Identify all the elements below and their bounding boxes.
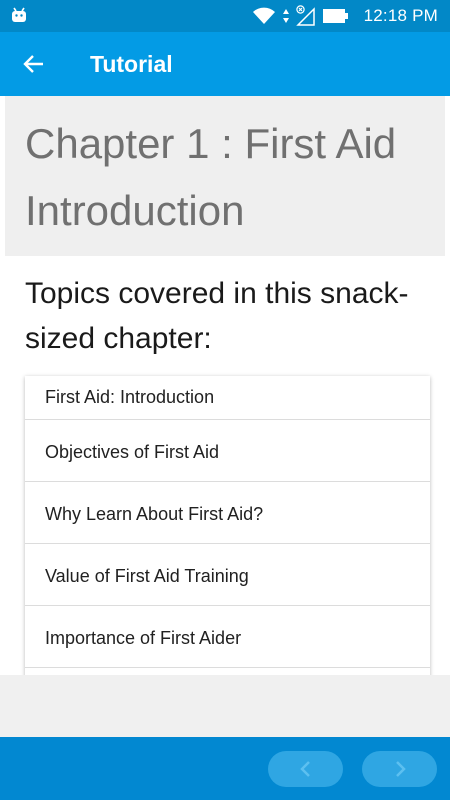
no-signal-icon: [295, 5, 315, 26]
back-button[interactable]: [14, 44, 54, 84]
topic-list: First Aid: Introduction Objectives of Fi…: [25, 376, 430, 675]
chapter-title: Chapter 1 : First Aid Introduction: [25, 120, 397, 234]
topic-item-label: Objectives of First Aid: [45, 442, 220, 462]
bottom-nav-bar: [0, 737, 450, 800]
app-bar: Tutorial: [0, 32, 450, 96]
android-icon: [12, 7, 26, 22]
app-title: Tutorial: [90, 51, 173, 77]
status-time: 12:18 PM: [363, 6, 438, 25]
data-arrows-icon: [282, 9, 289, 23]
topic-item[interactable]: Importance of First Aider: [25, 606, 430, 668]
topic-item-label: Why Learn About First Aid?: [45, 504, 264, 524]
content-footer-area: [0, 675, 450, 737]
topic-item[interactable]: Why Learn About First Aid?: [25, 482, 430, 544]
battery-icon: [322, 9, 348, 23]
next-button[interactable]: [362, 751, 437, 787]
topic-item[interactable]: First Aid: Introduction: [25, 376, 430, 420]
topic-item[interactable]: Value of First Aid Training: [25, 544, 430, 606]
previous-button[interactable]: [268, 751, 343, 787]
topic-item-label: Value of First Aid Training: [45, 566, 249, 586]
chevron-left-icon: [299, 761, 310, 777]
tutorial-content[interactable]: Chapter 1 : First Aid Introduction Topic…: [0, 96, 450, 675]
arrow-left-icon: [23, 55, 43, 73]
topic-item[interactable]: Objectives of First Aid: [25, 420, 430, 482]
chevron-right-icon: [395, 761, 406, 777]
topic-item-label: Importance of First Aider: [45, 628, 242, 648]
topic-item-label: First Aid: Introduction: [45, 387, 215, 407]
wifi-icon: [252, 7, 275, 24]
status-bar: 12:18 PM: [0, 0, 450, 32]
chapter-header: Chapter 1 : First Aid Introduction: [5, 96, 445, 256]
topics-heading: Topics covered in this snack-sized chapt…: [25, 277, 409, 355]
